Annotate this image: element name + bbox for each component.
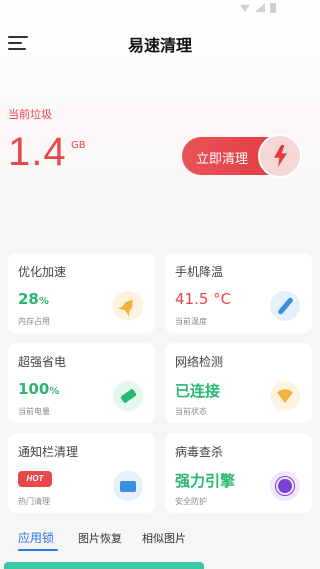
card-subtitle: 热门清理 bbox=[18, 497, 50, 506]
hot-badge: HOT bbox=[18, 471, 52, 487]
card-subtitle: 当前温度 bbox=[175, 317, 207, 326]
status-bar bbox=[0, 0, 320, 16]
status-icons bbox=[240, 3, 276, 13]
card-title: 病毒查杀 bbox=[175, 445, 224, 459]
junk-label: 当前垃圾 bbox=[8, 108, 52, 121]
rocket-icon bbox=[113, 291, 143, 321]
clean-now-button[interactable]: 立即清理 bbox=[182, 134, 302, 178]
notification-icon bbox=[113, 471, 143, 501]
card-value: 28% bbox=[18, 290, 49, 308]
card-title: 手机降温 bbox=[175, 265, 224, 279]
card-subtitle: 当前状态 bbox=[175, 407, 207, 416]
card-notification-clean[interactable]: 通知栏清理 HOT 热门清理 bbox=[8, 433, 155, 513]
junk-value: 1.4 bbox=[8, 130, 67, 174]
cell-signal-icon bbox=[255, 3, 265, 12]
page-title: 易速清理 bbox=[127, 36, 192, 55]
card-value: 100% bbox=[18, 380, 60, 398]
virus-icon bbox=[270, 471, 300, 501]
tab-app-lock[interactable]: 应用锁 bbox=[18, 529, 54, 546]
junk-unit: GB bbox=[71, 140, 86, 151]
card-network[interactable]: 网络检测 已连接 当前状态 bbox=[165, 343, 312, 423]
battery-status-icon bbox=[270, 3, 276, 13]
card-subtitle: 安全防护 bbox=[175, 497, 207, 506]
card-title: 通知栏清理 bbox=[18, 445, 79, 459]
feature-tabs: 应用锁 图片恢复 相似图片 bbox=[0, 526, 320, 556]
card-cooling[interactable]: 手机降温 41.5 °C 当前温度 bbox=[165, 253, 312, 333]
card-value: 已连接 bbox=[175, 382, 221, 400]
card-value: 41.5 °C bbox=[175, 290, 232, 308]
thermometer-icon bbox=[270, 291, 300, 321]
tab-similar-photos[interactable]: 相似图片 bbox=[142, 530, 186, 546]
card-value: 强力引擎 bbox=[175, 472, 236, 490]
lightning-icon bbox=[258, 134, 302, 178]
bottom-banner[interactable] bbox=[4, 562, 204, 569]
wifi-icon bbox=[270, 381, 300, 411]
tab-photo-recovery[interactable]: 图片恢复 bbox=[78, 530, 122, 546]
card-title: 优化加速 bbox=[18, 265, 67, 279]
card-subtitle: 内存占用 bbox=[18, 317, 50, 326]
card-virus-scan[interactable]: 病毒查杀 强力引擎 安全防护 bbox=[165, 433, 312, 513]
battery-icon bbox=[113, 381, 143, 411]
card-title: 超强省电 bbox=[18, 355, 67, 369]
wifi-signal-icon bbox=[240, 4, 250, 12]
card-optimize[interactable]: 优化加速 28% 内存占用 bbox=[8, 253, 155, 333]
card-power-saving[interactable]: 超强省电 100% 当前电量 bbox=[8, 343, 155, 423]
card-title: 网络检测 bbox=[175, 355, 224, 369]
card-subtitle: 当前电量 bbox=[18, 407, 50, 416]
tab-underline bbox=[18, 549, 58, 551]
clean-now-label: 立即清理 bbox=[196, 152, 249, 167]
